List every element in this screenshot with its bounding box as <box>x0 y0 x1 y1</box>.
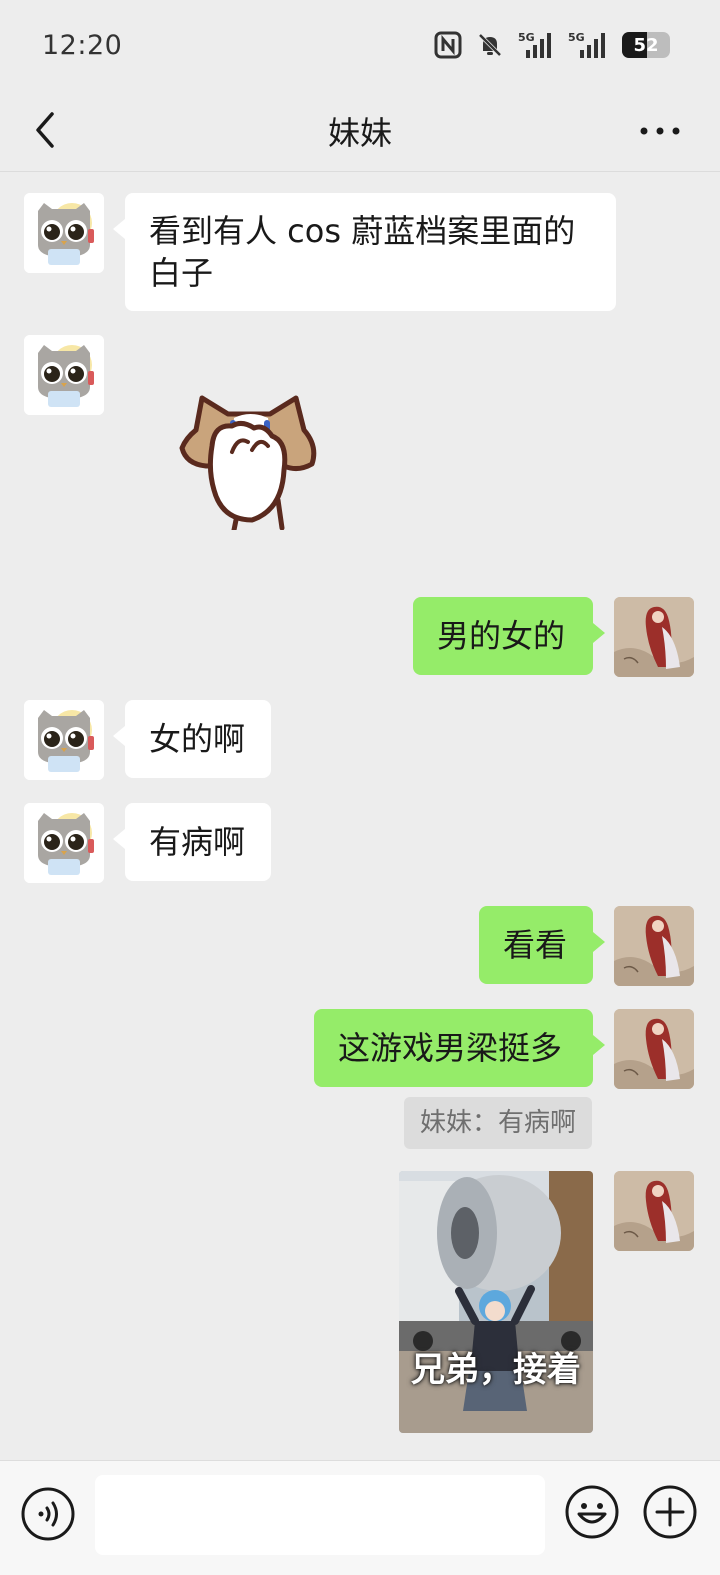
message-text: 这游戏男梁挺多 <box>338 1029 563 1067</box>
chat-header: 妹妹 <box>0 90 720 172</box>
message-text: 有病啊 <box>149 823 246 861</box>
message-text: 看到有人 cos 蔚蓝档案里面的白子 <box>149 212 576 292</box>
message-text: 男的女的 <box>437 617 566 655</box>
voice-icon[interactable] <box>20 1486 76 1542</box>
signal-5g-icon: 5G <box>518 30 554 60</box>
my-avatar[interactable] <box>614 1009 694 1089</box>
quoted-message[interactable]: 妹妹：有病啊 <box>403 1097 592 1149</box>
contact-avatar[interactable] <box>24 335 104 415</box>
battery-indicator: 52 <box>622 32 670 58</box>
more-horizontal-icon[interactable] <box>638 116 682 146</box>
status-icons: 5G 5G 52 <box>434 30 670 60</box>
incoming-message-bubble[interactable]: 看到有人 cos 蔚蓝档案里面的白子 <box>113 193 616 311</box>
battery-level: 52 <box>633 34 659 56</box>
emoji-icon[interactable] <box>564 1484 620 1540</box>
incoming-message-bubble[interactable]: 有病啊 <box>113 803 271 881</box>
status-bar: 12:20 5G 5G 52 <box>0 0 720 90</box>
contact-avatar[interactable] <box>24 193 104 273</box>
chevron-left-icon[interactable] <box>28 108 68 152</box>
outgoing-message-bubble[interactable]: 这游戏男梁挺多 <box>314 1009 605 1087</box>
bell-muted-icon <box>476 31 504 59</box>
my-avatar[interactable] <box>614 597 694 677</box>
quoted-text: 妹妹：有病啊 <box>419 1108 576 1138</box>
nfc-icon <box>434 31 462 59</box>
contact-avatar[interactable] <box>24 803 104 883</box>
message-input[interactable] <box>95 1475 545 1555</box>
incoming-message-bubble[interactable]: 女的啊 <box>113 700 271 778</box>
status-time: 12:20 <box>42 29 123 61</box>
plus-circle-icon[interactable] <box>642 1484 698 1540</box>
message-list[interactable]: 看到有人 cos 蔚蓝档案里面的白子 男的女的 女的啊 有病啊 看看 这游戏男梁… <box>0 172 720 1460</box>
cat-sticker[interactable] <box>172 380 322 533</box>
signal-label: 5G <box>568 31 585 44</box>
chat-title: 妹妹 <box>327 113 392 152</box>
signal-5g-icon: 5G <box>568 30 608 60</box>
image-message[interactable]: 兄弟，接着 <box>399 1171 593 1433</box>
outgoing-message-bubble[interactable]: 看看 <box>479 906 605 984</box>
message-text: 女的啊 <box>149 720 246 758</box>
input-bar <box>0 1460 720 1575</box>
image-caption: 兄弟，接着 <box>411 1350 581 1390</box>
contact-avatar[interactable] <box>24 700 104 780</box>
message-text: 看看 <box>503 926 568 964</box>
my-avatar[interactable] <box>614 906 694 986</box>
my-avatar[interactable] <box>614 1171 694 1251</box>
signal-label: 5G <box>518 31 535 44</box>
outgoing-message-bubble[interactable]: 男的女的 <box>413 597 605 675</box>
